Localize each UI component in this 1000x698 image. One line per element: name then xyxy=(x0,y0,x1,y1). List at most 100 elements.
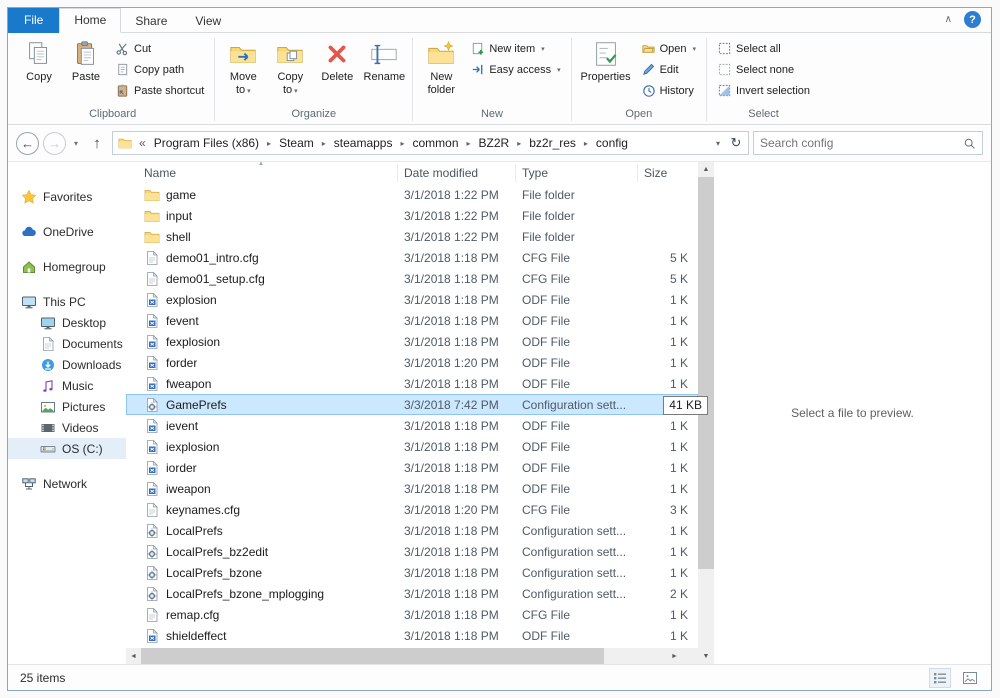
column-header-size[interactable]: Size xyxy=(638,164,694,182)
paste-button[interactable]: Paste xyxy=(63,36,109,85)
copy-path-button[interactable]: Copy path xyxy=(110,59,209,80)
breadcrumb-item[interactable]: steamapps ▸ xyxy=(330,136,409,150)
preview-pane: Select a file to preview. xyxy=(714,162,991,664)
copy-button[interactable]: Copy xyxy=(16,36,62,85)
sidebar-item[interactable]: Downloads xyxy=(8,354,126,375)
file-row[interactable]: LocalPrefs 3/1/2018 1:18 PM Configuratio… xyxy=(126,520,698,541)
back-button[interactable]: ← xyxy=(16,131,39,155)
sidebar-item[interactable]: Documents xyxy=(8,333,126,354)
file-size: 1 K xyxy=(669,607,688,622)
file-row[interactable]: shieldeffect 3/1/2018 1:18 PM ODF File 1… xyxy=(126,625,698,646)
breadcrumb-separator-icon[interactable]: ▸ xyxy=(513,139,525,148)
edit-button[interactable]: Edit xyxy=(636,59,701,80)
breadcrumb-item[interactable]: Program Files (x86) ▸ xyxy=(150,136,275,150)
sidebar-item[interactable]: Desktop xyxy=(8,312,126,333)
invert-selection-button[interactable]: Invert selection xyxy=(712,80,815,101)
copy-to-button[interactable]: Copy to ▾ xyxy=(267,36,313,97)
sidebar-item[interactable]: OneDrive xyxy=(8,221,126,242)
sidebar-item[interactable]: Pictures xyxy=(8,396,126,417)
properties-button[interactable]: Properties xyxy=(577,36,635,85)
breadcrumb-overflow-button[interactable]: « xyxy=(135,136,150,150)
column-header-name[interactable]: Name xyxy=(138,164,398,182)
breadcrumb-separator-icon[interactable]: ▸ xyxy=(263,139,275,148)
tab-file[interactable]: File xyxy=(8,8,60,33)
file-row[interactable]: game 3/1/2018 1:22 PM File folder xyxy=(126,184,698,205)
file-row[interactable]: fevent 3/1/2018 1:18 PM ODF File 1 K xyxy=(126,310,698,331)
history-button[interactable]: History xyxy=(636,80,701,101)
vertical-scroll-track[interactable] xyxy=(698,569,714,649)
file-row[interactable]: forder 3/1/2018 1:20 PM ODF File 1 K xyxy=(126,352,698,373)
sidebar-item[interactable]: Favorites xyxy=(8,186,126,207)
column-header-date-modified[interactable]: Date modified xyxy=(398,164,516,182)
horizontal-scroll-track[interactable] xyxy=(141,648,667,664)
sidebar-item[interactable]: OS (C:) xyxy=(8,438,126,459)
sidebar-item[interactable]: Videos xyxy=(8,417,126,438)
cut-button[interactable]: Cut xyxy=(110,38,209,59)
file-row[interactable]: demo01_setup.cfg 3/1/2018 1:18 PM CFG Fi… xyxy=(126,268,698,289)
vertical-scroll-thumb[interactable] xyxy=(698,177,714,569)
refresh-button[interactable]: ↻ xyxy=(726,135,746,151)
file-row[interactable]: demo01_intro.cfg 3/1/2018 1:18 PM CFG Fi… xyxy=(126,247,698,268)
file-row[interactable]: input 3/1/2018 1:22 PM File folder xyxy=(126,205,698,226)
forward-button[interactable]: → xyxy=(43,131,66,155)
up-button[interactable]: ↑ xyxy=(86,135,108,152)
address-dropdown-button[interactable]: ▾ xyxy=(710,139,726,148)
file-size: 1 K xyxy=(669,313,688,328)
cloud-icon xyxy=(22,226,36,236)
tab-share[interactable]: Share xyxy=(121,10,181,33)
sidebar-item[interactable]: Network xyxy=(8,473,126,494)
delete-button[interactable]: Delete xyxy=(314,36,360,85)
search-input[interactable] xyxy=(760,136,963,150)
sidebar-item[interactable]: Music xyxy=(8,375,126,396)
tab-view[interactable]: View xyxy=(181,10,235,33)
recent-locations-dropdown[interactable]: ▾ xyxy=(70,139,82,148)
breadcrumb-item[interactable]: common ▸ xyxy=(408,136,474,150)
scroll-up-button[interactable]: ▲ xyxy=(698,162,714,177)
breadcrumb-separator-icon[interactable]: ▸ xyxy=(580,139,592,148)
file-row[interactable]: remap.cfg 3/1/2018 1:18 PM CFG File 1 K xyxy=(126,604,698,625)
column-header-type[interactable]: Type xyxy=(516,164,638,182)
breadcrumb-item[interactable]: Steam ▸ xyxy=(275,136,330,150)
horizontal-scrollbar[interactable]: ◄ ► xyxy=(126,648,698,664)
thumbnails-view-button[interactable] xyxy=(959,668,981,688)
easy-access-button[interactable]: Easy access ▾ xyxy=(465,59,565,80)
select-all-button[interactable]: Select all xyxy=(712,38,815,59)
sidebar-item[interactable]: Homegroup xyxy=(8,256,126,277)
sidebar-item[interactable]: This PC xyxy=(8,291,126,312)
scroll-down-button[interactable]: ▼ xyxy=(698,649,714,664)
breadcrumb-item[interactable]: BZ2R ▸ xyxy=(475,136,526,150)
scroll-left-button[interactable]: ◄ xyxy=(126,648,141,664)
open-button[interactable]: Open ▾ xyxy=(636,38,701,59)
file-row[interactable]: fweapon 3/1/2018 1:18 PM ODF File 1 K xyxy=(126,373,698,394)
horizontal-scroll-thumb[interactable] xyxy=(141,648,604,664)
breadcrumb-item[interactable]: bz2r_res ▸ xyxy=(525,136,592,150)
tab-home[interactable]: Home xyxy=(59,8,122,33)
new-folder-button[interactable]: New folder xyxy=(418,36,464,97)
file-row[interactable]: explosion 3/1/2018 1:18 PM ODF File 1 K xyxy=(126,289,698,310)
file-row[interactable]: keynames.cfg 3/1/2018 1:20 PM CFG File 3… xyxy=(126,499,698,520)
navigation-pane: Favorites OneDrive Homegroup This PC Des… xyxy=(8,162,126,664)
file-row[interactable]: iexplosion 3/1/2018 1:18 PM ODF File 1 K xyxy=(126,436,698,457)
details-view-button[interactable] xyxy=(929,667,951,688)
file-row[interactable]: GamePrefs 3/3/2018 7:42 PM Configuration… xyxy=(126,394,708,415)
paste-shortcut-button[interactable]: Paste shortcut xyxy=(110,80,209,101)
file-row[interactable]: iorder 3/1/2018 1:18 PM ODF File 1 K xyxy=(126,457,698,478)
file-row[interactable]: fexplosion 3/1/2018 1:18 PM ODF File 1 K xyxy=(126,331,698,352)
rename-button[interactable]: Rename xyxy=(361,36,407,85)
file-row[interactable]: shell 3/1/2018 1:22 PM File folder xyxy=(126,226,698,247)
file-row[interactable]: LocalPrefs_bz2edit 3/1/2018 1:18 PM Conf… xyxy=(126,541,698,562)
help-button[interactable]: ? xyxy=(964,11,981,28)
breadcrumb-separator-icon[interactable]: ▸ xyxy=(318,139,330,148)
file-row[interactable]: LocalPrefs_bzone_mplogging 3/1/2018 1:18… xyxy=(126,583,698,604)
move-to-button[interactable]: Move to ▾ xyxy=(220,36,266,97)
ribbon-collapse-button[interactable]: ∧ xyxy=(945,14,952,25)
scroll-right-button[interactable]: ► xyxy=(667,648,682,664)
file-row[interactable]: LocalPrefs_bzone 3/1/2018 1:18 PM Config… xyxy=(126,562,698,583)
file-row[interactable]: iweapon 3/1/2018 1:18 PM ODF File 1 K xyxy=(126,478,698,499)
file-row[interactable]: ievent 3/1/2018 1:18 PM ODF File 1 K xyxy=(126,415,698,436)
breadcrumb-separator-icon[interactable]: ▸ xyxy=(396,139,408,148)
breadcrumb-item[interactable]: config ▸ xyxy=(592,136,632,150)
select-none-button[interactable]: Select none xyxy=(712,59,815,80)
breadcrumb-separator-icon[interactable]: ▸ xyxy=(463,139,475,148)
new-item-button[interactable]: New item ▾ xyxy=(465,38,565,59)
